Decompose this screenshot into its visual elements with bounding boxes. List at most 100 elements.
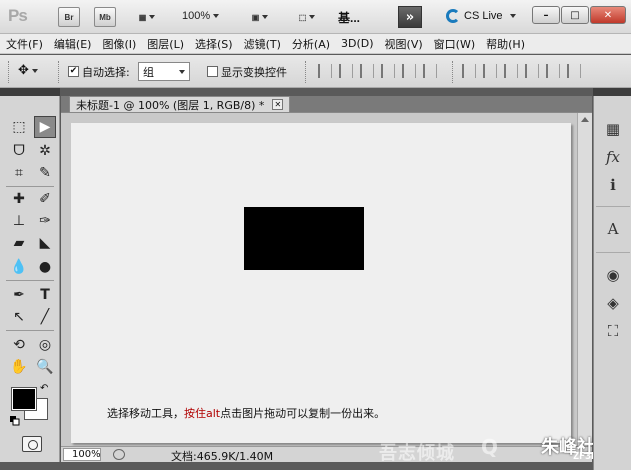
character-panel-icon[interactable]: A <box>601 218 625 240</box>
menu-bar: 文件(F) 编辑(E) 图像(I) 图层(L) 选择(S) 滤镜(T) 分析(A… <box>0 34 631 54</box>
move-tool-icon[interactable]: ▶ <box>34 116 56 138</box>
paths-panel-icon[interactable]: ⛶ <box>601 320 625 342</box>
document-tab[interactable]: 未标题-1 @ 100% (图层 1, RGB/8) * ✕ <box>69 96 291 112</box>
crop-tool-icon[interactable]: ⌗ <box>8 162 30 184</box>
status-bar: 100% 文档:465.9K/1.40M 吾志倾城 Q 朱峰社区 ZF3D.CO… <box>61 435 621 464</box>
blur-tool-icon[interactable]: 💧 <box>8 256 30 278</box>
marquee-tool-icon[interactable]: ⬚ <box>8 116 30 138</box>
restore-button[interactable]: □ <box>561 6 589 24</box>
menu-select[interactable]: 选择(S) <box>189 36 238 52</box>
3d-orbit-tool-icon[interactable]: ◎ <box>34 334 56 356</box>
minimize-button[interactable]: – <box>532 6 560 24</box>
more-workspaces-button[interactable]: » <box>398 6 422 28</box>
menu-3d[interactable]: 3D(D) <box>335 37 379 50</box>
show-transform-label: 显示变换控件 <box>221 66 287 79</box>
menu-layer[interactable]: 图层(L) <box>141 36 189 52</box>
zoom-level-value: 100% <box>182 10 211 22</box>
workspace-switcher[interactable]: 基... <box>338 7 388 27</box>
canvas[interactable]: 选择移动工具，按住alt点击图片拖动可以复制一份出来。 <box>71 123 571 443</box>
align-left-icon[interactable] <box>381 64 395 78</box>
auto-select-dropdown[interactable]: 组 <box>138 62 190 81</box>
application-bar: Ps Br Mb ▦ 100% ▣ ⬚ 基... » CS Live – □ ✕ <box>0 0 631 34</box>
align-top-icon[interactable] <box>318 64 332 78</box>
move-tool-icon: ✥ <box>18 63 29 78</box>
status-menu-icon[interactable] <box>113 449 125 460</box>
window-controls: – □ ✕ <box>532 6 626 24</box>
channels-panel-icon[interactable]: ◉ <box>601 264 625 286</box>
cs-live-button[interactable]: CS Live <box>446 9 516 23</box>
menu-view[interactable]: 视图(V) <box>379 36 428 52</box>
distribute-bottom-icon[interactable] <box>504 64 518 78</box>
align-hcenter-icon[interactable] <box>402 64 416 78</box>
photoshop-logo: Ps <box>8 6 28 25</box>
align-right-icon[interactable] <box>423 64 437 78</box>
3d-rotate-tool-icon[interactable]: ⟲ <box>8 334 30 356</box>
menu-filter[interactable]: 滤镜(T) <box>238 36 286 52</box>
close-tab-icon[interactable]: ✕ <box>272 99 284 110</box>
eyedropper-tool-icon[interactable]: ✎ <box>34 162 56 184</box>
pen-tool-icon[interactable]: ✒ <box>8 284 30 306</box>
screen-mode-button[interactable]: ⬚ <box>290 7 324 27</box>
paint-bucket-tool-icon[interactable]: ◣ <box>34 232 56 254</box>
black-rectangle-layer[interactable] <box>244 207 364 270</box>
align-bottom-icon[interactable] <box>360 64 374 78</box>
separator <box>305 61 307 83</box>
histogram-panel-icon[interactable]: ▦ <box>601 118 625 140</box>
distribute-top-icon[interactable] <box>462 64 476 78</box>
layers-panel-icon[interactable]: ◈ <box>601 292 625 314</box>
auto-select-checkbox[interactable]: ✔ <box>68 66 79 77</box>
spot-healing-tool-icon[interactable]: ✚ <box>8 188 30 210</box>
close-button[interactable]: ✕ <box>590 6 626 24</box>
fx-styles-panel-icon[interactable]: fx <box>601 146 625 168</box>
swap-colors-icon[interactable]: ↶ <box>40 383 48 394</box>
quick-mask-button[interactable] <box>22 436 42 452</box>
hand-tool-icon[interactable]: ✋ <box>8 356 30 378</box>
menu-help[interactable]: 帮助(H) <box>480 36 530 52</box>
history-brush-tool-icon[interactable]: ✑ <box>34 210 56 232</box>
clone-stamp-tool-icon[interactable]: ⊥ <box>8 210 30 232</box>
separator <box>6 330 54 331</box>
mini-bridge-button[interactable]: Mb <box>94 7 116 27</box>
foreground-color-swatch[interactable] <box>11 387 37 411</box>
options-bar-grip[interactable] <box>8 61 10 83</box>
info-panel-icon[interactable]: ℹ <box>601 174 625 196</box>
distribute-vcenter-icon[interactable] <box>483 64 497 78</box>
scroll-up-arrow-icon[interactable] <box>581 117 589 122</box>
brush-tool-icon[interactable]: ✐ <box>34 188 56 210</box>
magic-wand-tool-icon[interactable]: ✲ <box>34 140 56 162</box>
align-vcenter-icon[interactable] <box>339 64 353 78</box>
menu-file[interactable]: 文件(F) <box>0 36 48 52</box>
instruction-caption: 选择移动工具，按住alt点击图片拖动可以复制一份出来。 <box>107 405 385 421</box>
document-tab-title: 未标题-1 @ 100% (图层 1, RGB/8) * <box>76 98 265 112</box>
arrange-documents-button[interactable]: ▣ <box>244 7 276 27</box>
lasso-tool-icon[interactable]: ᗜ <box>8 140 30 162</box>
menu-analysis[interactable]: 分析(A) <box>286 36 335 52</box>
eraser-tool-icon[interactable]: ▰ <box>8 232 30 254</box>
vertical-scrollbar[interactable] <box>577 113 592 447</box>
zoom-field[interactable]: 100% <box>63 448 101 461</box>
screen-mode-icon: ⬚ <box>298 12 307 22</box>
dock-collapse-bar[interactable] <box>593 88 631 96</box>
tools-panel-collapse-bar[interactable] <box>0 88 60 96</box>
zoom-level-dropdown[interactable]: 100% <box>182 10 220 22</box>
path-selection-tool-icon[interactable]: ↖ <box>8 306 30 328</box>
auto-select-value: 组 <box>143 66 154 79</box>
menu-image[interactable]: 图像(I) <box>96 36 141 52</box>
dodge-tool-icon[interactable]: ● <box>34 256 56 278</box>
distribute-right-icon[interactable] <box>567 64 581 78</box>
default-colors-icon[interactable] <box>10 416 20 426</box>
menu-edit[interactable]: 编辑(E) <box>48 36 97 52</box>
tool-preset-picker[interactable]: ✥ <box>18 63 38 78</box>
cs-live-label: CS Live <box>464 10 503 22</box>
bridge-button[interactable]: Br <box>58 7 80 27</box>
show-transform-checkbox[interactable] <box>207 66 218 77</box>
menu-window[interactable]: 窗口(W) <box>428 36 480 52</box>
distribute-hcenter-icon[interactable] <box>546 64 560 78</box>
view-extras-button[interactable]: ▦ <box>131 7 163 27</box>
distribute-left-icon[interactable] <box>525 64 539 78</box>
line-tool-icon[interactable]: ╱ <box>34 306 56 328</box>
options-bar: ✥ ✔ 自动选择: 组 显示变换控件 <box>0 55 631 88</box>
type-tool-icon[interactable]: T <box>34 284 56 306</box>
zoom-tool-icon[interactable]: 🔍 <box>34 356 56 378</box>
arrange-icon: ▣ <box>251 12 260 22</box>
